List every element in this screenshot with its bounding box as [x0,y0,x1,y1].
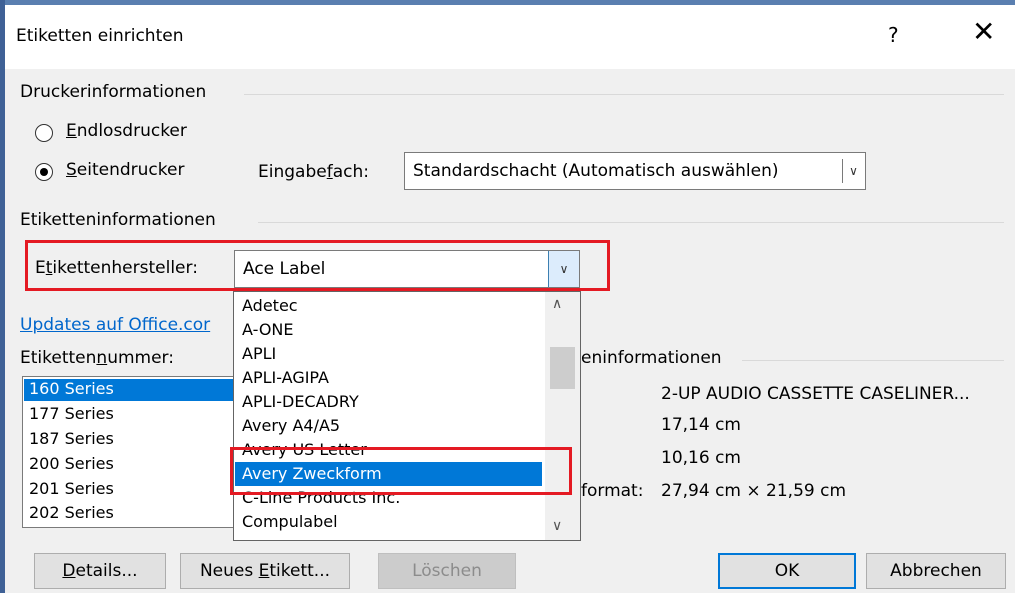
list-item[interactable]: 201 Series [29,479,114,498]
details-format-value: 27,94 cm × 21,59 cm [661,481,847,501]
tray-label: Eingabefach: [258,162,369,182]
dropdown-scrollbar[interactable] [545,292,580,540]
label-info-divider [258,222,1004,223]
vendor-dropdown-list[interactable]: Adetec A-ONE APLI APLI-AGIPA APLI-DECADR… [233,291,581,541]
close-icon[interactable]: ✕ [972,18,995,46]
vendor-select-value: Ace Label [243,259,326,279]
printer-info-heading: Druckerinformationen [20,82,207,102]
new-label-button[interactable]: Neues Etikett... [180,553,350,589]
updates-link[interactable]: Updates auf Office.cor [20,315,210,335]
continuous-printer-label[interactable]: Endlosdrucker [66,121,187,141]
dropdown-option[interactable]: APLI-DECADRY [242,392,359,411]
delete-button[interactable]: Löschen [378,553,516,589]
list-item[interactable]: 160 Series [29,379,114,398]
vendor-label: Etikettenhersteller: [35,258,198,278]
details-divider [742,360,1004,361]
dropdown-option[interactable]: APLI [242,344,276,363]
dropdown-option[interactable]: Avery A4/A5 [242,416,340,435]
label-info-heading: Etiketteninformationen [20,210,216,230]
details-format-label: format: [581,481,644,501]
label-number-heading: Etikettennummer: [20,348,174,368]
label-number-list[interactable]: 160 Series 177 Series 187 Series 200 Ser… [22,376,234,528]
printer-info-divider [244,94,1004,95]
details-height-value: 17,14 cm [661,415,741,435]
list-item[interactable]: 200 Series [29,454,114,473]
details-width-value: 10,16 cm [661,448,741,468]
page-printer-radio[interactable] [35,163,53,181]
list-item[interactable]: 187 Series [29,429,114,448]
chevron-down-icon[interactable]: ∨ [842,159,864,183]
tray-select[interactable]: Standardschacht (Automatisch auswählen) … [404,152,866,190]
dropdown-option[interactable]: APLI-AGIPA [242,368,329,387]
continuous-printer-radio[interactable] [35,124,53,142]
cancel-button[interactable]: Abbrechen [866,553,1006,589]
details-heading: eninformationen [581,348,722,368]
tray-select-value: Standardschacht (Automatisch auswählen) [413,161,779,181]
dropdown-option[interactable]: Adetec [242,296,298,315]
page-printer-label[interactable]: Seitendrucker [66,160,184,180]
dropdown-scroll-thumb[interactable] [550,347,575,389]
scroll-down-icon[interactable]: ∨ [552,518,562,534]
list-item[interactable]: 202 Series [29,503,114,522]
ok-button[interactable]: OK [718,553,856,589]
dropdown-option[interactable]: A-ONE [242,320,293,339]
dialog-title: Etiketten einrichten [16,26,184,46]
vendor-dropdown-chevron-icon[interactable]: ∨ [548,251,579,287]
details-button[interactable]: Details... [34,553,166,589]
option-highlight-box [230,447,572,495]
vendor-select[interactable]: Ace Label ∨ [234,250,580,288]
list-item[interactable]: 177 Series [29,404,114,423]
details-type-value: 2-UP AUDIO CASSETTE CASELINER... [661,384,970,404]
scroll-up-icon[interactable]: ∧ [552,296,562,312]
dropdown-option[interactable]: Compulabel [242,512,338,531]
help-button[interactable]: ? [888,23,899,47]
